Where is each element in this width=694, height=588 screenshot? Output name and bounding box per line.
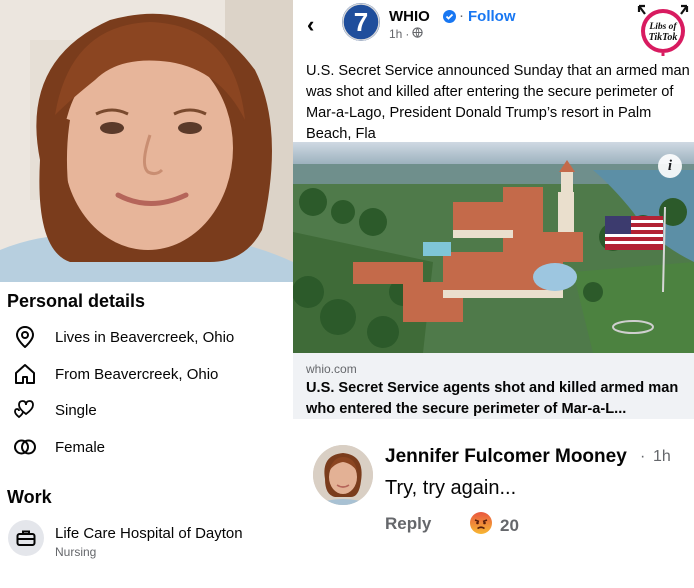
comment-time: 1h [653,448,671,465]
angry-emoji-icon [469,511,493,540]
link-domain: whio.com [306,362,357,376]
page-name[interactable]: WHIO [389,8,430,25]
commenter-name[interactable]: Jennifer Fulcomer Mooney [385,446,627,468]
link-preview[interactable]: whio.com U.S. Secret Service agents shot… [293,353,694,419]
follow-button[interactable]: Follow [468,8,516,25]
hearts-icon [12,398,38,422]
location-pin-icon [12,325,38,349]
comment-separator: · [640,448,646,465]
detail-from[interactable]: From Beavercreek, Ohio [12,362,218,386]
post-header: ‹ 7 WHIO · Follow 1h · Libs of TikTok [293,0,694,56]
reply-button[interactable]: Reply [385,514,431,534]
home-icon [12,362,38,386]
comment-reactions[interactable]: 20 [469,511,519,540]
logo-numeral: 7 [354,7,368,37]
reaction-count: 20 [500,515,519,535]
work-entry[interactable]: Life Care Hospital of Dayton Nursing [8,520,243,559]
post-image[interactable]: i [293,142,694,353]
post-time: 1h [389,27,403,41]
gender-rings-icon [12,435,38,459]
briefcase-icon [8,520,44,556]
libs-of-tiktok-watermark: Libs of TikTok [636,2,690,56]
detail-from-text: From Beavercreek, Ohio [55,365,219,383]
header-separator: · [459,7,464,24]
svg-text:Libs of: Libs of [648,22,677,32]
detail-relationship[interactable]: Single [12,398,97,422]
globe-icon [412,27,424,41]
detail-relationship-text: Single [55,401,97,419]
post-text: U.S. Secret Service announced Sunday tha… [306,63,690,142]
meta-separator: · [405,27,410,41]
svg-text:TikTok: TikTok [649,32,678,43]
post-meta: 1h · [389,27,424,41]
back-arrow-icon[interactable]: ‹ [307,12,314,38]
profile-panel: Personal details Lives in Beavercreek, O… [0,0,293,588]
profile-photo[interactable] [0,0,293,282]
detail-gender-text: Female [55,438,106,456]
verified-badge-icon [443,10,456,23]
link-title: U.S. Secret Service agents shot and kill… [306,380,679,417]
work-heading: Work [7,487,52,507]
post-panel: ‹ 7 WHIO · Follow 1h · Libs of TikTok U.… [293,0,694,588]
personal-details-heading: Personal details [7,291,146,311]
comment-body: Try, try again... [385,477,517,499]
info-icon[interactable]: i [658,154,682,178]
detail-gender[interactable]: Female [12,435,105,459]
work-role: Nursing [55,545,97,559]
whio-logo[interactable]: 7 [342,3,380,41]
detail-lives-in[interactable]: Lives in Beavercreek, Ohio [12,325,234,349]
work-employer: Life Care Hospital of Dayton [55,525,243,542]
detail-lives-in-text: Lives in Beavercreek, Ohio [55,328,235,346]
commenter-avatar[interactable] [313,445,373,505]
